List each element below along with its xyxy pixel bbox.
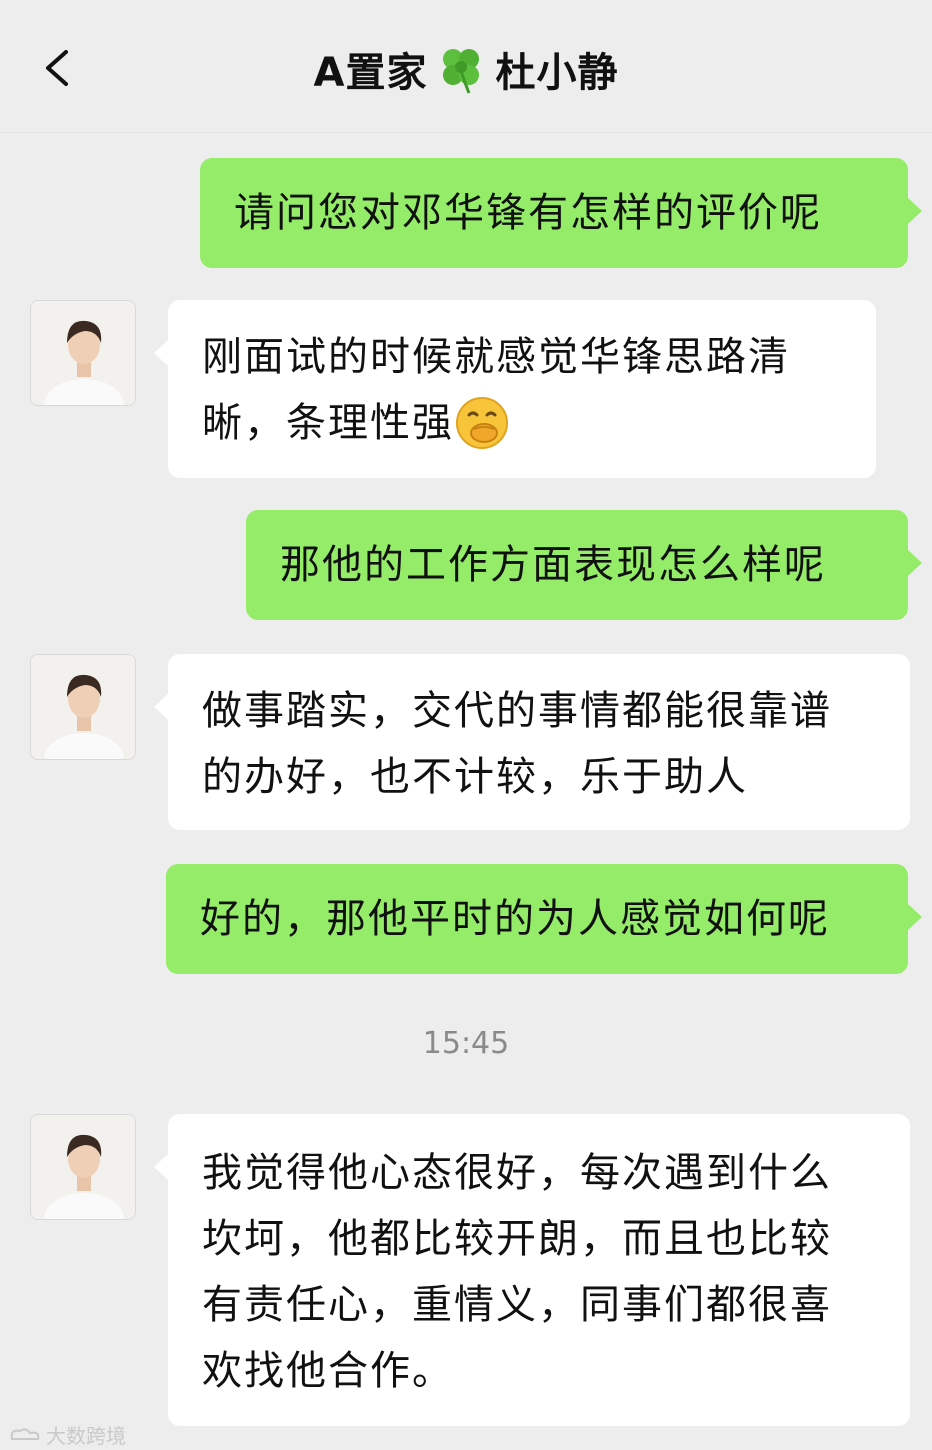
message-line: 做事踏实，交代的事情都能很靠谱 [202, 688, 832, 734]
chat-title-prefix: A置家 [313, 50, 428, 96]
message-text: 好的，那他平时的为人感觉如何呢 [200, 896, 830, 942]
chat-title-suffix: 杜小静 [495, 50, 619, 96]
message-line: 欢找他合作。 [202, 1348, 454, 1394]
watermark: 大数跨境 [8, 1420, 126, 1449]
incoming-message-bubble[interactable]: 我觉得他心态很好，每次遇到什么 坎坷，他都比较开朗，而且也比较 有责任心，重情义… [168, 1114, 910, 1426]
hand-over-mouth-emoji [456, 397, 508, 449]
watermark-logo-icon [10, 1427, 40, 1440]
bubble-tail [908, 904, 922, 930]
outgoing-message-bubble[interactable]: 好的，那他平时的为人感觉如何呢 [166, 864, 908, 974]
four-leaf-clover-icon [443, 49, 480, 94]
incoming-message-bubble[interactable]: 刚面试的时候就感觉华锋思路清 晰，条理性强 [168, 300, 876, 478]
message-line: 刚面试的时候就感觉华锋思路清 [202, 334, 790, 380]
watermark-text: 大数跨境 [46, 1424, 126, 1448]
message-timestamp: 15:45 [422, 1026, 510, 1061]
chat-header: A置家 杜小静 [0, 0, 932, 133]
message-text: 那他的工作方面表现怎么样呢 [280, 542, 826, 588]
outgoing-message-bubble[interactable]: 那他的工作方面表现怎么样呢 [246, 510, 908, 620]
outgoing-message-bubble[interactable]: 请问您对邓华锋有怎样的评价呢 [200, 158, 908, 268]
message-line: 的办好，也不计较，乐于助人 [202, 754, 748, 800]
bubble-tail [154, 694, 168, 720]
bubble-tail [154, 340, 168, 366]
message-line: 晰，条理性强 [202, 400, 454, 446]
bubble-tail [908, 198, 922, 224]
incoming-message-bubble[interactable]: 做事踏实，交代的事情都能很靠谱 的办好，也不计较，乐于助人 [168, 654, 910, 830]
message-line: 我觉得他心态很好，每次遇到什么 [202, 1150, 832, 1196]
bubble-tail [154, 1154, 168, 1180]
avatar[interactable] [30, 654, 136, 760]
bubble-tail [908, 550, 922, 576]
message-text: 请问您对邓华锋有怎样的评价呢 [234, 190, 822, 236]
avatar-portrait-icon [31, 655, 135, 759]
chat-title: A置家 杜小静 [0, 40, 932, 98]
avatar[interactable] [30, 300, 136, 406]
avatar-portrait-icon [31, 301, 135, 405]
message-line: 有责任心，重情义，同事们都很喜 [202, 1282, 832, 1328]
avatar-portrait-icon [31, 1115, 135, 1219]
avatar[interactable] [30, 1114, 136, 1220]
message-line: 坎坷，他都比较开朗，而且也比较 [202, 1216, 832, 1262]
